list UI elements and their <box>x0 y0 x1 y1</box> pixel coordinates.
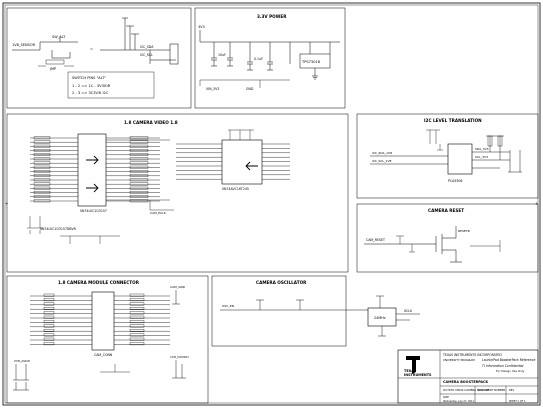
tb-field-sheet: SHEET 1 OF 1 <box>509 400 526 403</box>
connector-body <box>91 291 115 351</box>
tb-title-line3: For Design Use Only <box>496 369 525 373</box>
oscillator-part: 24MHz <box>374 316 386 320</box>
section-frame <box>6 275 209 404</box>
svg-text:SCL_3V3: SCL_3V3 <box>475 155 488 159</box>
svg-text:I2C_SDA_1V8: I2C_SDA_1V8 <box>372 151 392 155</box>
power-reg-label: TPS73018 <box>301 60 321 64</box>
note-line1: SWITCH PINS "ALT" <box>72 76 106 80</box>
connector-label: CAM_CONN <box>94 353 113 357</box>
schematic-sheet: + + 1V8_SENSOR SW_ALT JMP I2C_SDA I2C_SC… <box>2 2 541 406</box>
tb-header1: TEXAS INSTRUMENTS INCORPORATED <box>442 353 502 357</box>
net-tag <box>129 149 149 152</box>
flow-arrow-icon <box>245 161 258 171</box>
section-title-camera-video: 1.8 CAMERA VIDEO 1.8 <box>124 120 178 125</box>
net-tag <box>33 174 51 177</box>
reset-net-label: CAM_RESET <box>366 238 385 242</box>
flow-arrow-icon <box>86 155 99 165</box>
svg-text:1V8_SENSOR: 1V8_SENSOR <box>12 43 36 47</box>
note-line3: 2 - 3 => 3C3V3I I2C <box>72 91 109 95</box>
net-tag <box>33 149 51 152</box>
svg-text:SW_ALT: SW_ALT <box>52 35 66 39</box>
tb-field-docnum: DOCUMENT NUMBER <box>478 388 505 392</box>
svg-text:I2C_SCL_1V8: I2C_SCL_1V8 <box>372 159 392 163</box>
section-title-oscillator: CAMERA OSCILLATOR <box>256 280 307 285</box>
ti-company-line2: INSTRUMENTS <box>404 373 432 377</box>
ic-video-left-label: SN74LVC1G3157 <box>80 209 107 213</box>
svg-text:I2C_SDA: I2C_SDA <box>140 45 154 49</box>
ic-video-right-label: SN74AVC16T245 <box>222 187 249 191</box>
tb-field-rev: REV <box>509 388 514 392</box>
tb-doc-title: CAMERA BOOSTERPACK <box>443 380 489 384</box>
net-tag <box>129 153 149 156</box>
tb-field-size: SIZE <box>443 395 449 399</box>
net-tag <box>129 174 149 177</box>
section-oscillator: CAMERA OSCILLATOR 24MHz XCLK OSC_EN <box>211 275 420 347</box>
ic-video-left <box>77 133 107 207</box>
tb-field-date: Wednesday, July 27, 2011 <box>443 400 475 403</box>
power-net: 3V3 <box>198 25 205 29</box>
ic-level-label: PCA9306 <box>448 179 462 183</box>
svg-text:=: = <box>90 47 93 51</box>
svg-text:SDA_3V3: SDA_3V3 <box>475 147 489 151</box>
section-title-module: 1.8 CAMERA MODULE CONNECTOR <box>58 280 140 285</box>
net-tag <box>129 191 149 194</box>
section-title-level: I2C LEVEL TRANSLATION <box>424 118 482 123</box>
section-camera-reset: CAMERA RESET CAM_RESET RESETB <box>356 203 539 273</box>
section-camera-video: 1.8 CAMERA VIDEO 1.8 SN74LVC1G3157 CAM_P… <box>6 113 349 273</box>
border-zone-mark: + <box>5 201 8 206</box>
svg-text:GND: GND <box>246 87 254 91</box>
section-title-reset: CAMERA RESET <box>428 208 464 213</box>
svg-text:CAM_PCLK: CAM_PCLK <box>150 211 167 215</box>
flow-arrow-icon <box>86 183 99 193</box>
ic-video-right <box>221 139 263 185</box>
net-tag <box>33 170 51 173</box>
tb-title-line1: LaunchPad BoosterPack Reference <box>482 358 535 362</box>
net-tag <box>33 191 51 194</box>
svg-text:I2C_SCL: I2C_SCL <box>140 53 153 57</box>
net-tag <box>33 195 51 198</box>
svg-text:2V8_AVDD: 2V8_AVDD <box>14 359 31 363</box>
title-block: TEXAS INSTRUMENTS TEXAS INSTRUMENTS INCO… <box>397 349 539 404</box>
section-level-translation: I2C LEVEL TRANSLATION PCA9306 I2C_SDA_1V… <box>356 113 539 199</box>
svg-text:SN74LVC1G3157DBVR: SN74LVC1G3157DBVR <box>40 227 77 231</box>
power-cap2: 0.1uF <box>254 57 263 61</box>
net-tag <box>129 170 149 173</box>
section-camera-module: 1.8 CAMERA MODULE CONNECTOR CAM_CONN 2V8… <box>6 275 209 404</box>
tb-title-line2: TI Information Confidential <box>482 364 524 368</box>
section-power: 3.3V POWER TPS73018 10uF 0.1uF 3V3 VIN_3… <box>194 7 346 109</box>
svg-text:RESETB: RESETB <box>458 229 470 233</box>
power-cap1: 10uF <box>218 53 226 57</box>
svg-text:VIN_3V3: VIN_3V3 <box>206 87 219 91</box>
ic-level-translator <box>447 143 473 175</box>
section-title-power: 3.3V POWER <box>257 14 287 19</box>
note-line2: 1 - 2 => 1C - 3V3IOR <box>72 84 111 88</box>
oscillator-out: XCLK <box>404 309 413 313</box>
net-tag <box>129 195 149 198</box>
tb-header2: UNIVERSITY PROGRAM <box>443 358 475 362</box>
section-frame <box>6 113 349 273</box>
svg-text:1V8_DOVDD: 1V8_DOVDD <box>170 355 189 359</box>
svg-text:JMP: JMP <box>49 67 56 71</box>
svg-text:CAM_GND: CAM_GND <box>170 285 186 289</box>
net-tag <box>33 153 51 156</box>
section-frame <box>211 275 347 347</box>
section-jumper: 1V8_SENSOR SW_ALT JMP I2C_SDA I2C_SCL = … <box>6 7 192 109</box>
svg-text:OSC_EN: OSC_EN <box>222 304 234 308</box>
